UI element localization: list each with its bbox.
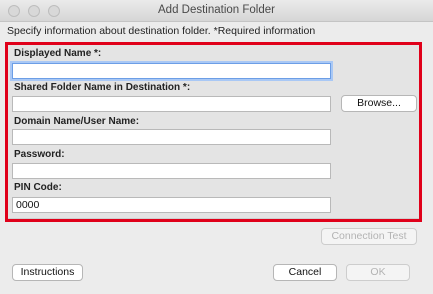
pin-code-label: PIN Code: — [14, 182, 62, 193]
password-input[interactable] — [12, 163, 331, 179]
instructions-button[interactable]: Instructions — [12, 264, 83, 281]
window-title: Add Destination Folder — [158, 4, 275, 16]
dialog-window: Add Destination Folder Specify informati… — [0, 0, 433, 294]
title-bar: Add Destination Folder — [0, 0, 433, 22]
connection-test-button[interactable]: Connection Test — [321, 228, 417, 245]
domain-user-input[interactable] — [12, 129, 331, 145]
ok-button[interactable]: OK — [346, 264, 410, 281]
cancel-button[interactable]: Cancel — [273, 264, 337, 281]
browse-button[interactable]: Browse... — [341, 95, 417, 112]
shared-folder-label: Shared Folder Name in Destination *: — [14, 82, 191, 93]
shared-folder-input[interactable] — [12, 96, 331, 112]
instruction-text: Specify information about destination fo… — [7, 25, 316, 37]
displayed-name-label: Displayed Name *: — [14, 48, 102, 59]
pin-code-input[interactable] — [12, 197, 331, 213]
domain-user-label: Domain Name/User Name: — [14, 116, 140, 127]
password-label: Password: — [14, 149, 65, 160]
displayed-name-input[interactable] — [12, 63, 331, 79]
